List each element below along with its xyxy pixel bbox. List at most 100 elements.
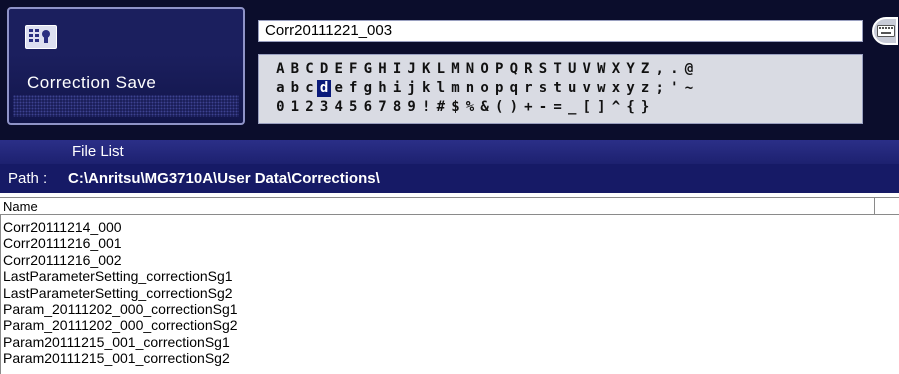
keypad-key[interactable]: Z (638, 61, 653, 78)
keypad-key[interactable]: ' (667, 80, 682, 97)
table-header: Name (0, 197, 899, 215)
keypad-key[interactable]: 7 (375, 99, 390, 116)
keypad-key[interactable]: A (273, 61, 288, 78)
column-divider[interactable] (874, 198, 875, 215)
keypad-key[interactable]: L (434, 61, 449, 78)
keypad-key[interactable]: ) (507, 99, 522, 116)
keypad-key[interactable]: f (346, 80, 361, 97)
keypad-key[interactable]: N (463, 61, 478, 78)
file-list-row[interactable]: Corr20111214_000 (0, 219, 899, 235)
keypad-key[interactable]: ( (492, 99, 507, 116)
keypad-key[interactable]: [ (579, 99, 594, 116)
keypad-key[interactable]: } (638, 99, 653, 116)
keyboard-toggle-button[interactable] (872, 17, 898, 45)
keypad-key[interactable]: W (594, 61, 609, 78)
keypad-key[interactable]: = (550, 99, 565, 116)
keypad-key[interactable]: { (623, 99, 638, 116)
keypad-key[interactable]: O (477, 61, 492, 78)
keypad-key[interactable]: n (463, 80, 478, 97)
keypad-key[interactable]: T (550, 61, 565, 78)
file-list-row[interactable]: Param_20111202_000_correctionSg2 (0, 317, 899, 333)
keypad-key[interactable]: - (536, 99, 551, 116)
keypad-key[interactable]: 5 (346, 99, 361, 116)
keypad-key[interactable]: 4 (331, 99, 346, 116)
keypad-key[interactable]: ; (652, 80, 667, 97)
keypad-key[interactable]: Y (623, 61, 638, 78)
keypad-key[interactable]: d (316, 80, 332, 97)
keypad-key[interactable]: M (448, 61, 463, 78)
keypad-key[interactable]: q (507, 80, 522, 97)
keypad-key[interactable]: h (375, 80, 390, 97)
file-list-row[interactable]: Param20111215_001_correctionSg1 (0, 334, 899, 350)
keypad-key[interactable]: 2 (302, 99, 317, 116)
file-list-header: File List (0, 140, 899, 164)
keypad-key[interactable]: b (288, 80, 303, 97)
keypad-key[interactable]: X (609, 61, 624, 78)
keypad-key[interactable]: G (361, 61, 376, 78)
keypad-key[interactable]: C (302, 61, 317, 78)
keypad-key[interactable]: J (404, 61, 419, 78)
keypad-key[interactable]: _ (565, 99, 580, 116)
keypad-key[interactable]: V (579, 61, 594, 78)
keypad-key[interactable]: U (565, 61, 580, 78)
keypad-key[interactable]: 3 (317, 99, 332, 116)
file-list-title: File List (72, 143, 124, 160)
keypad-key[interactable]: & (477, 99, 492, 116)
keypad-key[interactable]: i (390, 80, 405, 97)
keypad-key[interactable]: 9 (404, 99, 419, 116)
keypad-key[interactable]: . (667, 61, 682, 78)
column-header-name[interactable]: Name (3, 199, 38, 214)
keypad-key[interactable]: y (623, 80, 638, 97)
keypad-key[interactable]: I (390, 61, 405, 78)
keypad-key[interactable]: E (331, 61, 346, 78)
keypad-key[interactable]: Q (507, 61, 522, 78)
keypad-key[interactable]: , (652, 61, 667, 78)
keypad-key[interactable]: r (521, 80, 536, 97)
file-list-row[interactable]: LastParameterSetting_correctionSg1 (0, 268, 899, 284)
keypad-key[interactable]: P (492, 61, 507, 78)
keypad-key[interactable]: j (404, 80, 419, 97)
keypad-key[interactable]: S (536, 61, 551, 78)
keypad-key[interactable]: l (434, 80, 449, 97)
keypad-key[interactable]: 0 (273, 99, 288, 116)
keypad-key[interactable]: z (638, 80, 653, 97)
keypad-key[interactable]: @ (682, 61, 697, 78)
keypad-key[interactable]: ! (419, 99, 434, 116)
file-list-row[interactable]: Param_20111202_000_correctionSg1 (0, 301, 899, 317)
keypad-key[interactable]: 6 (361, 99, 376, 116)
keypad-key[interactable]: w (594, 80, 609, 97)
keypad-key[interactable]: k (419, 80, 434, 97)
keypad-key[interactable]: g (361, 80, 376, 97)
keypad-key[interactable]: F (346, 61, 361, 78)
keypad-key[interactable]: # (434, 99, 449, 116)
keypad-key[interactable]: e (331, 80, 346, 97)
keypad-key[interactable]: K (419, 61, 434, 78)
keypad-key[interactable]: s (536, 80, 551, 97)
keypad-key[interactable]: ~ (682, 80, 697, 97)
keypad-key[interactable]: 1 (288, 99, 303, 116)
keypad-key[interactable]: B (288, 61, 303, 78)
keypad-key[interactable]: $ (448, 99, 463, 116)
keypad-key[interactable]: v (579, 80, 594, 97)
keypad-key[interactable]: o (477, 80, 492, 97)
keypad-key[interactable]: ^ (609, 99, 624, 116)
keypad-key[interactable]: u (565, 80, 580, 97)
keypad-key[interactable]: 8 (390, 99, 405, 116)
keypad-key[interactable]: D (317, 61, 332, 78)
keypad-key[interactable]: p (492, 80, 507, 97)
file-list-row[interactable]: LastParameterSetting_correctionSg2 (0, 285, 899, 301)
keypad-key[interactable]: + (521, 99, 536, 116)
file-list-row[interactable]: Param20111215_001_correctionSg2 (0, 350, 899, 366)
keypad-key[interactable]: a (273, 80, 288, 97)
file-list-row[interactable]: Corr20111216_001 (0, 235, 899, 251)
keypad-key[interactable]: x (609, 80, 624, 97)
file-list-row[interactable]: Corr20111216_002 (0, 252, 899, 268)
filename-input[interactable]: Corr20111221_003 (258, 20, 863, 42)
keypad-key[interactable]: t (550, 80, 565, 97)
keypad-key[interactable]: H (375, 61, 390, 78)
keypad-key[interactable]: R (521, 61, 536, 78)
keypad-key[interactable]: ] (594, 99, 609, 116)
keypad-key[interactable]: % (463, 99, 478, 116)
keypad-key[interactable]: c (302, 80, 317, 97)
keypad-key[interactable]: m (448, 80, 463, 97)
